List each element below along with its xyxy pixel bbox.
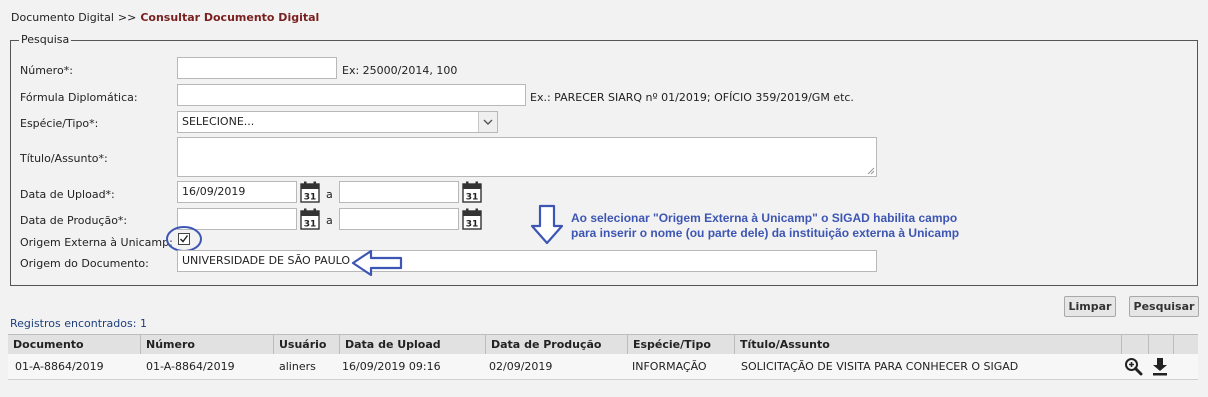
- upload-from-input[interactable]: 16/09/2019: [177, 181, 297, 203]
- annotation-line-1: Ao selecionar "Origem Externa à Unicamp"…: [571, 211, 958, 225]
- numero-hint: Ex: 25000/2014, 100: [342, 64, 458, 77]
- zoom-icon[interactable]: [1124, 357, 1143, 376]
- column-header-action-2: [1149, 335, 1174, 354]
- breadcrumb: Documento Digital >> Consultar Documento D…: [11, 11, 319, 24]
- calendar-icon[interactable]: 31: [300, 181, 320, 203]
- titulo-label: Título/Assunto*:: [20, 152, 108, 165]
- producao-label: Data de Produção*:: [20, 214, 128, 227]
- cell-numero: 01-A-8864/2019: [146, 360, 235, 373]
- column-header-documento[interactable]: Documento: [8, 335, 141, 354]
- especie-selected: SELECIONE...: [182, 115, 255, 128]
- column-header-numero[interactable]: Número: [141, 335, 274, 354]
- column-header-action-3: [1174, 335, 1198, 354]
- arrow-left-annotation-icon: [351, 249, 403, 277]
- formula-input[interactable]: [177, 84, 526, 106]
- numero-input[interactable]: [177, 57, 337, 79]
- pesquisar-button[interactable]: Pesquisar: [1129, 296, 1199, 317]
- annotation-line-2: para inserir o nome (ou parte dele) da i…: [571, 226, 960, 240]
- column-header-titulo[interactable]: Título/Assunto: [735, 335, 1122, 354]
- calendar-icon[interactable]: 31: [462, 208, 482, 230]
- calendar-icon[interactable]: 31: [462, 181, 482, 203]
- calendar-icon-text: 31: [304, 193, 317, 203]
- especie-label: Espécie/Tipo*:: [20, 117, 99, 130]
- calendar-icon[interactable]: 31: [300, 208, 320, 230]
- cell-especie: INFORMAÇÃO: [632, 360, 707, 373]
- origem-externa-label: Origem Externa à Unicamp:: [20, 236, 173, 249]
- producao-to-input[interactable]: [339, 208, 459, 230]
- column-header-action-1: [1122, 335, 1149, 354]
- column-header-data-producao[interactable]: Data de Produção: [486, 335, 628, 354]
- limpar-button[interactable]: Limpar: [1064, 296, 1116, 317]
- results-table-header: Documento Número Usuário Data de Upload …: [8, 334, 1198, 355]
- breadcrumb-root[interactable]: Documento Digital: [11, 11, 114, 24]
- chevron-down-icon[interactable]: [478, 112, 497, 132]
- upload-to-input[interactable]: [339, 181, 459, 203]
- table-row[interactable]: 01-A-8864/2019 01-A-8864/2019 aliners 16…: [8, 354, 1198, 380]
- results-count: Registros encontrados: 1: [10, 317, 147, 330]
- upload-label: Data de Upload*:: [20, 188, 115, 201]
- formula-hint: Ex.: PARECER SIARQ nº 01/2019; OFÍCIO 35…: [530, 91, 854, 104]
- calendar-icon-text: 31: [304, 220, 317, 230]
- cell-titulo: SOLICITAÇÃO DE VISITA PARA CONHECER O SI…: [741, 360, 1019, 373]
- cell-documento: 01-A-8864/2019: [15, 360, 104, 373]
- formula-label: Fórmula Diplomática:: [20, 91, 138, 104]
- calendar-icon-text: 31: [466, 220, 479, 230]
- especie-select[interactable]: SELECIONE...: [177, 111, 498, 133]
- origem-documento-input[interactable]: UNIVERSIDADE DE SÃO PAULO: [177, 250, 877, 272]
- breadcrumb-separator: >>: [117, 11, 137, 24]
- column-header-especie[interactable]: Espécie/Tipo: [628, 335, 735, 354]
- calendar-icon-text: 31: [466, 193, 479, 203]
- numero-label: Número*:: [20, 64, 73, 77]
- titulo-textarea[interactable]: [177, 137, 877, 177]
- search-legend: Pesquisa: [19, 33, 72, 46]
- cell-data-upload: 16/09/2019 09:16: [342, 360, 441, 373]
- column-header-usuario[interactable]: Usuário: [274, 335, 340, 354]
- upload-range-separator: a: [326, 188, 333, 201]
- cell-usuario: aliners: [279, 360, 316, 373]
- origem-documento-label: Origem do Documento:: [20, 257, 149, 270]
- column-header-data-upload[interactable]: Data de Upload: [340, 335, 486, 354]
- cell-data-producao: 02/09/2019: [489, 360, 553, 373]
- resize-handle-icon[interactable]: [866, 166, 875, 175]
- download-icon[interactable]: [1151, 357, 1169, 376]
- arrow-down-annotation-icon: [530, 204, 564, 245]
- highlight-circle-annotation: [166, 226, 202, 252]
- producao-range-separator: a: [326, 214, 333, 227]
- breadcrumb-current: Consultar Documento Digital: [140, 11, 320, 24]
